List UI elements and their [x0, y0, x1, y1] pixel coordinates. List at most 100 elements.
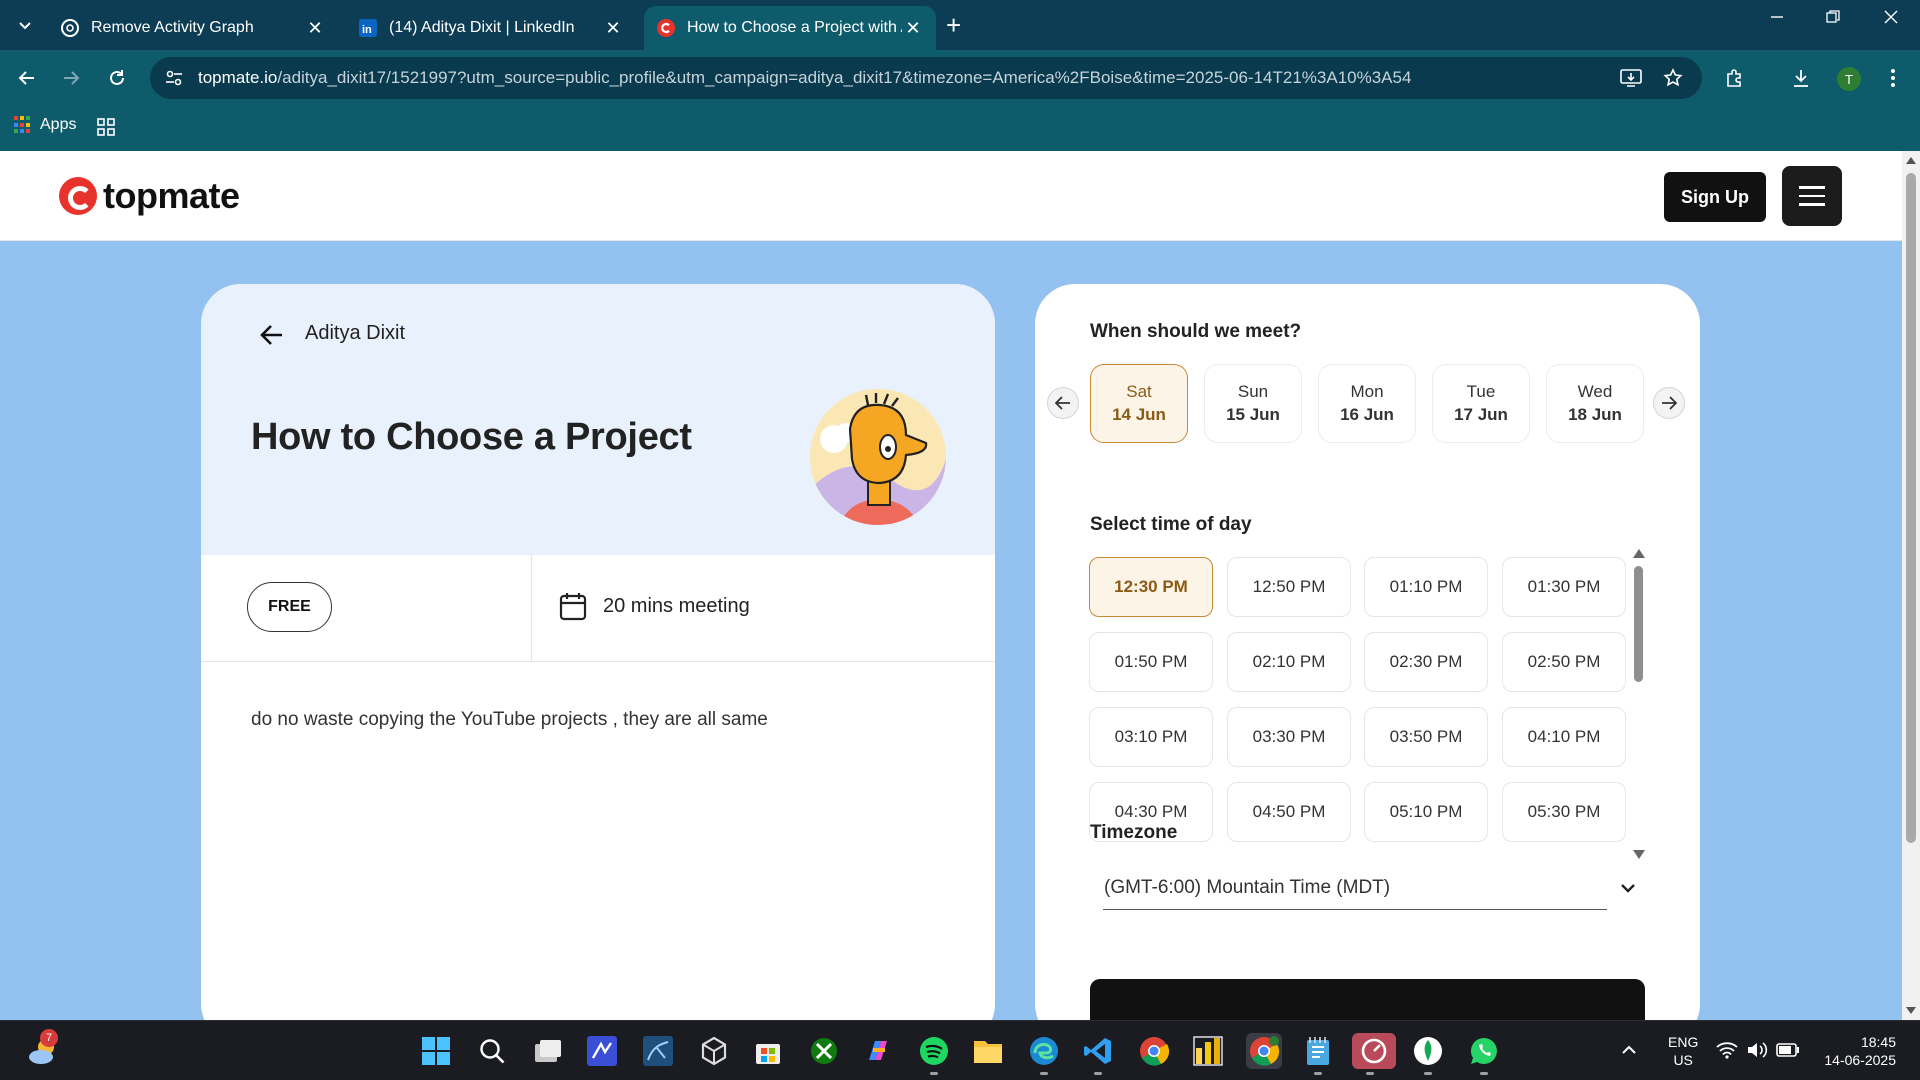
- minimize-icon[interactable]: [1762, 8, 1792, 29]
- topmate-logo[interactable]: topmate: [59, 175, 240, 217]
- time-slot-button[interactable]: 02:10 PM: [1227, 632, 1351, 692]
- volume-icon[interactable]: [1746, 1041, 1768, 1064]
- time-slot-button[interactable]: 02:50 PM: [1502, 632, 1626, 692]
- date-option-wed[interactable]: Wed 18 Jun: [1546, 364, 1644, 443]
- time-slot-button[interactable]: 05:30 PM: [1502, 782, 1626, 842]
- chrome-icon[interactable]: [1136, 1033, 1172, 1069]
- system-clock[interactable]: 18:45 14-06-2025: [1816, 1033, 1896, 1069]
- close-window-icon[interactable]: [1876, 8, 1906, 29]
- time-slot-grid: 12:30 PM 12:50 PM 01:10 PM 01:30 PM 01:50 PM…: [1089, 557, 1649, 857]
- logo-text: topmate: [103, 175, 240, 216]
- mysql-workbench-icon[interactable]: [640, 1033, 676, 1069]
- chrome-profile-icon[interactable]: [1246, 1033, 1282, 1069]
- tab-topmate-active[interactable]: How to Choose a Project with A ✕: [644, 6, 936, 50]
- tab-search-chevron-icon[interactable]: [10, 10, 40, 40]
- task-view-icon[interactable]: [530, 1033, 566, 1069]
- back-icon[interactable]: [12, 63, 42, 93]
- prev-dates-arrow-icon[interactable]: [1047, 387, 1079, 419]
- new-tab-button[interactable]: +: [946, 10, 961, 40]
- time-slot-button[interactable]: 03:50 PM: [1364, 707, 1488, 767]
- chevron-down-icon[interactable]: [1619, 879, 1637, 897]
- restore-icon[interactable]: [1818, 8, 1848, 29]
- topmate-favicon-icon: [656, 18, 676, 38]
- date-option-sun[interactable]: Sun 15 Jun: [1204, 364, 1302, 443]
- next-dates-arrow-icon[interactable]: [1653, 387, 1685, 419]
- edge-icon[interactable]: [1026, 1033, 1062, 1075]
- input-language[interactable]: ENG US: [1668, 1033, 1698, 1069]
- whatsapp-icon[interactable]: [1466, 1033, 1502, 1075]
- service-description: do no waste copying the YouTube projects…: [251, 709, 768, 730]
- bookmark-apps[interactable]: Apps: [14, 116, 76, 134]
- scroll-down-arrow-icon[interactable]: [1906, 1007, 1916, 1014]
- downloads-icon[interactable]: [1786, 63, 1816, 93]
- search-icon[interactable]: [474, 1033, 510, 1069]
- address-bar[interactable]: topmate.io/aditya_dixit17/1521997?utm_so…: [150, 57, 1702, 99]
- spotify-icon[interactable]: [916, 1033, 952, 1075]
- tab-linkedin[interactable]: in (14) Aditya Dixit | LinkedIn ✕: [346, 6, 636, 50]
- duration-label: 20 mins meeting: [603, 594, 750, 617]
- mongodb-compass-icon[interactable]: [1410, 1033, 1446, 1075]
- date-section-heading: When should we meet?: [1090, 321, 1302, 342]
- host-name[interactable]: Aditya Dixit: [305, 322, 405, 345]
- hamburger-line: [1799, 203, 1825, 206]
- copilot-icon[interactable]: [860, 1033, 896, 1069]
- vscode-insiders-icon[interactable]: [584, 1033, 620, 1069]
- time-slot-button[interactable]: 05:10 PM: [1364, 782, 1488, 842]
- forward-icon[interactable]: [56, 63, 86, 93]
- close-tab-icon[interactable]: ✕: [902, 18, 924, 39]
- bookmark-star-icon[interactable]: [1658, 63, 1688, 93]
- tab-remove-activity-graph[interactable]: Remove Activity Graph ✕: [48, 6, 338, 50]
- tab-groups-icon[interactable]: [96, 117, 116, 142]
- time-slot-button[interactable]: 03:30 PM: [1227, 707, 1351, 767]
- reload-icon[interactable]: [102, 63, 132, 93]
- scroll-up-arrow-icon[interactable]: [1906, 157, 1916, 164]
- time-slot-button[interactable]: 01:50 PM: [1089, 632, 1213, 692]
- wifi-icon[interactable]: [1716, 1041, 1738, 1064]
- unity-icon[interactable]: [696, 1033, 732, 1069]
- time-slot-button[interactable]: 02:30 PM: [1364, 632, 1488, 692]
- date-option-mon[interactable]: Mon 16 Jun: [1318, 364, 1416, 443]
- calendar-icon: [559, 593, 587, 621]
- host-avatar: [810, 389, 946, 525]
- more-menu-icon[interactable]: [1878, 63, 1908, 93]
- close-tab-icon[interactable]: ✕: [602, 18, 624, 39]
- topmate-app-icon[interactable]: [1352, 1033, 1396, 1075]
- close-tab-icon[interactable]: ✕: [304, 18, 326, 39]
- scroll-down-arrow-icon[interactable]: [1633, 850, 1645, 859]
- weather-widget-icon[interactable]: 7: [26, 1029, 62, 1069]
- profile-avatar[interactable]: T: [1837, 67, 1861, 91]
- time-slot-button[interactable]: 01:10 PM: [1364, 557, 1488, 617]
- timezone-select[interactable]: (GMT-6:00) Mountain Time (MDT): [1103, 867, 1607, 910]
- date-weekday: Sun: [1237, 382, 1269, 401]
- scroll-thumb[interactable]: [1634, 566, 1643, 682]
- time-slot-button[interactable]: 01:30 PM: [1502, 557, 1626, 617]
- extensions-icon[interactable]: [1720, 63, 1750, 93]
- battery-icon[interactable]: [1776, 1042, 1800, 1063]
- page-scrollbar[interactable]: [1902, 151, 1920, 1020]
- file-explorer-icon[interactable]: [970, 1033, 1006, 1069]
- date-option-tue[interactable]: Tue 17 Jun: [1432, 364, 1530, 443]
- sign-up-button[interactable]: Sign Up: [1664, 172, 1766, 222]
- site-info-icon[interactable]: [164, 68, 184, 88]
- back-arrow-icon[interactable]: [257, 320, 287, 350]
- page-scroll-thumb[interactable]: [1906, 173, 1916, 843]
- confirm-button[interactable]: [1090, 979, 1645, 1020]
- microsoft-store-icon[interactable]: [750, 1033, 786, 1069]
- time-slot-button[interactable]: 04:50 PM: [1227, 782, 1351, 842]
- windows-start-icon[interactable]: [418, 1033, 454, 1069]
- hamburger-menu-button[interactable]: [1782, 166, 1842, 226]
- date-option-sat[interactable]: Sat 14 Jun: [1090, 364, 1188, 443]
- power-bi-icon[interactable]: [1190, 1033, 1226, 1069]
- notepad-icon[interactable]: [1300, 1033, 1336, 1075]
- slot-list-scrollbar[interactable]: [1631, 549, 1645, 859]
- scroll-up-arrow-icon[interactable]: [1633, 549, 1645, 558]
- xbox-icon[interactable]: [806, 1033, 842, 1069]
- install-app-icon[interactable]: [1616, 63, 1646, 93]
- time-slot-button[interactable]: 04:10 PM: [1502, 707, 1626, 767]
- vscode-icon[interactable]: [1080, 1033, 1116, 1075]
- time-slot-button[interactable]: 12:50 PM: [1227, 557, 1351, 617]
- windows-taskbar: 7 ENG US 18:45 14-06-2025: [0, 1020, 1920, 1080]
- time-slot-button[interactable]: 12:30 PM: [1089, 557, 1213, 617]
- tray-chevron-up-icon[interactable]: [1620, 1041, 1638, 1064]
- time-slot-button[interactable]: 03:10 PM: [1089, 707, 1213, 767]
